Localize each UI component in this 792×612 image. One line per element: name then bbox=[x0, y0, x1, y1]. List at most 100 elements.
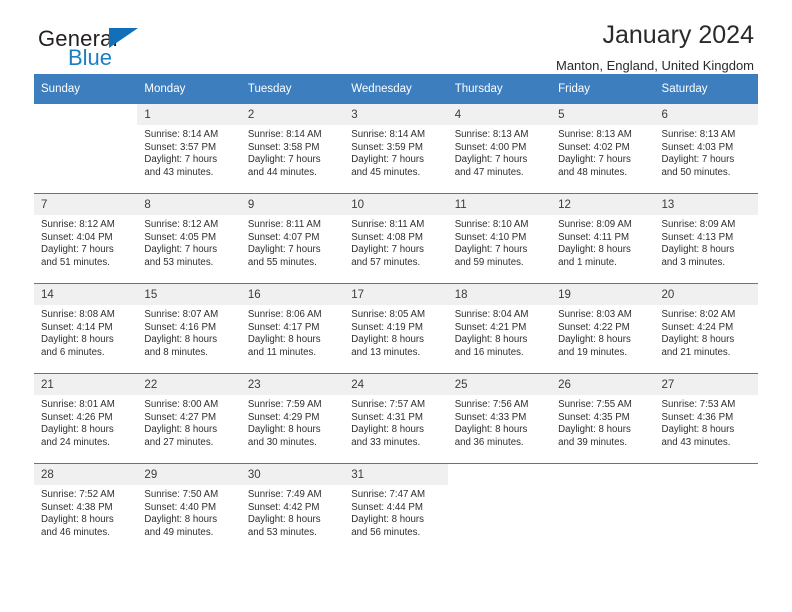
day-details: Sunrise: 8:07 AM Sunset: 4:16 PM Dayligh… bbox=[137, 305, 240, 359]
calendar-table: Sunday Monday Tuesday Wednesday Thursday… bbox=[34, 74, 758, 553]
sunset-text: Sunset: 4:17 PM bbox=[247, 321, 320, 333]
calendar-day-cell[interactable]: 5 Sunrise: 8:13 AM Sunset: 4:02 PM Dayli… bbox=[551, 103, 655, 194]
sunrise-text: Sunrise: 7:52 AM bbox=[41, 489, 115, 500]
day-details: Sunrise: 8:11 AM Sunset: 4:08 PM Dayligh… bbox=[344, 215, 447, 269]
calendar-day-cell[interactable]: 31 Sunrise: 7:47 AM Sunset: 4:44 PM Dayl… bbox=[344, 463, 448, 553]
calendar-day-cell[interactable]: 25 Sunrise: 7:56 AM Sunset: 4:33 PM Dayl… bbox=[447, 373, 552, 464]
calendar-day-cell[interactable] bbox=[551, 463, 655, 553]
daylight-text-line1: Daylight: 7 hours bbox=[661, 154, 735, 166]
page-title: January 2024 bbox=[602, 21, 754, 49]
day-details: Sunrise: 7:55 AM Sunset: 4:35 PM Dayligh… bbox=[551, 395, 654, 449]
day-number: 5 bbox=[551, 104, 655, 125]
calendar-page: General Blue January 2024 Manton, Englan… bbox=[0, 0, 792, 612]
calendar-day-cell[interactable] bbox=[34, 103, 138, 194]
daylight-text-line2: and 51 minutes. bbox=[41, 256, 110, 268]
daylight-text-line1: Daylight: 8 hours bbox=[454, 334, 528, 346]
calendar-day-cell[interactable]: 1 Sunrise: 8:14 AM Sunset: 3:57 PM Dayli… bbox=[137, 103, 241, 194]
sunset-text: Sunset: 4:38 PM bbox=[41, 501, 113, 513]
calendar-day-cell[interactable]: 26 Sunrise: 7:55 AM Sunset: 4:35 PM Dayl… bbox=[551, 373, 655, 464]
calendar-day-cell[interactable]: 23 Sunrise: 7:59 AM Sunset: 4:29 PM Dayl… bbox=[240, 373, 345, 464]
day-number: 12 bbox=[551, 194, 655, 215]
calendar-day-cell[interactable]: 12 Sunrise: 8:09 AM Sunset: 4:11 PM Dayl… bbox=[551, 193, 655, 284]
calendar-day-cell[interactable]: 22 Sunrise: 8:00 AM Sunset: 4:27 PM Dayl… bbox=[137, 373, 241, 464]
day-number: 10 bbox=[344, 194, 448, 215]
sunset-text: Sunset: 4:14 PM bbox=[41, 321, 113, 333]
sunrise-text: Sunrise: 8:04 AM bbox=[454, 309, 529, 320]
daylight-text-line1: Daylight: 8 hours bbox=[247, 424, 321, 436]
daylight-text-line2: and 1 minute. bbox=[558, 256, 617, 268]
sunrise-text: Sunrise: 8:01 AM bbox=[41, 399, 115, 410]
day-details: Sunrise: 8:03 AM Sunset: 4:22 PM Dayligh… bbox=[551, 305, 654, 359]
brand-logo[interactable]: General Blue bbox=[38, 26, 268, 74]
daylight-text-line2: and 21 minutes. bbox=[661, 346, 731, 358]
sunset-text: Sunset: 4:33 PM bbox=[454, 411, 527, 423]
calendar-day-cell[interactable]: 28 Sunrise: 7:52 AM Sunset: 4:38 PM Dayl… bbox=[34, 463, 138, 553]
daylight-text-line1: Daylight: 8 hours bbox=[41, 334, 114, 346]
daylight-text-line2: and 11 minutes. bbox=[247, 346, 317, 358]
daylight-text-line1: Daylight: 7 hours bbox=[558, 154, 631, 166]
sunset-text: Sunset: 3:57 PM bbox=[144, 141, 217, 153]
sunset-text: Sunset: 4:31 PM bbox=[351, 411, 423, 423]
daylight-text-line2: and 3 minutes. bbox=[661, 256, 726, 268]
calendar-day-cell[interactable]: 8 Sunrise: 8:12 AM Sunset: 4:05 PM Dayli… bbox=[137, 193, 241, 284]
day-details: Sunrise: 8:14 AM Sunset: 3:57 PM Dayligh… bbox=[137, 125, 240, 179]
calendar-day-cell[interactable]: 19 Sunrise: 8:03 AM Sunset: 4:22 PM Dayl… bbox=[551, 283, 655, 374]
calendar-day-cell[interactable]: 14 Sunrise: 8:08 AM Sunset: 4:14 PM Dayl… bbox=[34, 283, 138, 374]
sunset-text: Sunset: 4:44 PM bbox=[351, 501, 423, 513]
sunset-text: Sunset: 4:22 PM bbox=[558, 321, 630, 333]
sunrise-text: Sunrise: 8:05 AM bbox=[351, 309, 426, 320]
sunset-text: Sunset: 4:07 PM bbox=[247, 231, 320, 243]
sunset-text: Sunset: 4:03 PM bbox=[661, 141, 734, 153]
sunset-text: Sunset: 4:10 PM bbox=[454, 231, 527, 243]
day-number: 28 bbox=[34, 464, 138, 485]
calendar-day-cell[interactable]: 9 Sunrise: 8:11 AM Sunset: 4:07 PM Dayli… bbox=[240, 193, 345, 284]
calendar-day-cell[interactable]: 29 Sunrise: 7:50 AM Sunset: 4:40 PM Dayl… bbox=[137, 463, 241, 553]
calendar-day-cell[interactable]: 27 Sunrise: 7:53 AM Sunset: 4:36 PM Dayl… bbox=[654, 373, 758, 464]
daylight-text-line1: Daylight: 8 hours bbox=[351, 514, 424, 526]
calendar-day-cell[interactable]: 7 Sunrise: 8:12 AM Sunset: 4:04 PM Dayli… bbox=[34, 193, 138, 284]
daylight-text-line1: Daylight: 7 hours bbox=[247, 154, 321, 166]
day-number: 14 bbox=[34, 284, 138, 305]
daylight-text-line2: and 19 minutes. bbox=[558, 346, 628, 358]
day-number: 26 bbox=[551, 374, 655, 395]
calendar-day-cell[interactable]: 11 Sunrise: 8:10 AM Sunset: 4:10 PM Dayl… bbox=[447, 193, 552, 284]
daylight-text-line2: and 43 minutes. bbox=[661, 436, 731, 448]
calendar-body: 1 Sunrise: 8:14 AM Sunset: 3:57 PM Dayli… bbox=[34, 103, 758, 553]
day-details bbox=[655, 485, 758, 489]
day-details: Sunrise: 8:09 AM Sunset: 4:11 PM Dayligh… bbox=[551, 215, 654, 269]
day-number: 30 bbox=[240, 464, 345, 485]
daylight-text-line1: Daylight: 7 hours bbox=[144, 154, 218, 166]
calendar-day-cell[interactable] bbox=[654, 463, 758, 553]
day-details: Sunrise: 8:13 AM Sunset: 4:00 PM Dayligh… bbox=[448, 125, 551, 179]
calendar-day-cell[interactable]: 13 Sunrise: 8:09 AM Sunset: 4:13 PM Dayl… bbox=[654, 193, 758, 284]
sunset-text: Sunset: 4:16 PM bbox=[144, 321, 217, 333]
calendar-day-cell[interactable]: 6 Sunrise: 8:13 AM Sunset: 4:03 PM Dayli… bbox=[654, 103, 758, 194]
calendar-day-cell[interactable]: 4 Sunrise: 8:13 AM Sunset: 4:00 PM Dayli… bbox=[447, 103, 552, 194]
calendar-day-cell[interactable]: 20 Sunrise: 8:02 AM Sunset: 4:24 PM Dayl… bbox=[654, 283, 758, 374]
day-details: Sunrise: 8:06 AM Sunset: 4:17 PM Dayligh… bbox=[241, 305, 344, 359]
calendar-day-cell[interactable]: 15 Sunrise: 8:07 AM Sunset: 4:16 PM Dayl… bbox=[137, 283, 241, 374]
calendar-day-cell[interactable]: 17 Sunrise: 8:05 AM Sunset: 4:19 PM Dayl… bbox=[344, 283, 448, 374]
calendar-day-cell[interactable]: 30 Sunrise: 7:49 AM Sunset: 4:42 PM Dayl… bbox=[240, 463, 345, 553]
calendar-day-cell[interactable]: 18 Sunrise: 8:04 AM Sunset: 4:21 PM Dayl… bbox=[447, 283, 552, 374]
sunrise-text: Sunrise: 7:50 AM bbox=[144, 489, 219, 500]
calendar-day-cell[interactable]: 3 Sunrise: 8:14 AM Sunset: 3:59 PM Dayli… bbox=[344, 103, 448, 194]
calendar-day-cell[interactable]: 24 Sunrise: 7:57 AM Sunset: 4:31 PM Dayl… bbox=[344, 373, 448, 464]
day-details: Sunrise: 7:59 AM Sunset: 4:29 PM Dayligh… bbox=[241, 395, 344, 449]
sunset-text: Sunset: 4:19 PM bbox=[351, 321, 423, 333]
daylight-text-line2: and 36 minutes. bbox=[454, 436, 524, 448]
sunset-text: Sunset: 4:00 PM bbox=[454, 141, 527, 153]
calendar-day-cell[interactable]: 16 Sunrise: 8:06 AM Sunset: 4:17 PM Dayl… bbox=[240, 283, 345, 374]
day-number bbox=[551, 464, 655, 485]
triangle-icon bbox=[109, 28, 138, 48]
sunset-text: Sunset: 4:21 PM bbox=[454, 321, 527, 333]
day-details: Sunrise: 7:50 AM Sunset: 4:40 PM Dayligh… bbox=[137, 485, 240, 539]
calendar-day-cell[interactable]: 2 Sunrise: 8:14 AM Sunset: 3:58 PM Dayli… bbox=[240, 103, 345, 194]
calendar-day-cell[interactable]: 10 Sunrise: 8:11 AM Sunset: 4:08 PM Dayl… bbox=[344, 193, 448, 284]
daylight-text-line2: and 49 minutes. bbox=[144, 526, 214, 538]
calendar-day-cell[interactable]: 21 Sunrise: 8:01 AM Sunset: 4:26 PM Dayl… bbox=[34, 373, 138, 464]
daylight-text-line2: and 39 minutes. bbox=[558, 436, 628, 448]
sunset-text: Sunset: 4:29 PM bbox=[247, 411, 320, 423]
day-number: 19 bbox=[551, 284, 655, 305]
calendar-day-cell[interactable] bbox=[447, 463, 552, 553]
